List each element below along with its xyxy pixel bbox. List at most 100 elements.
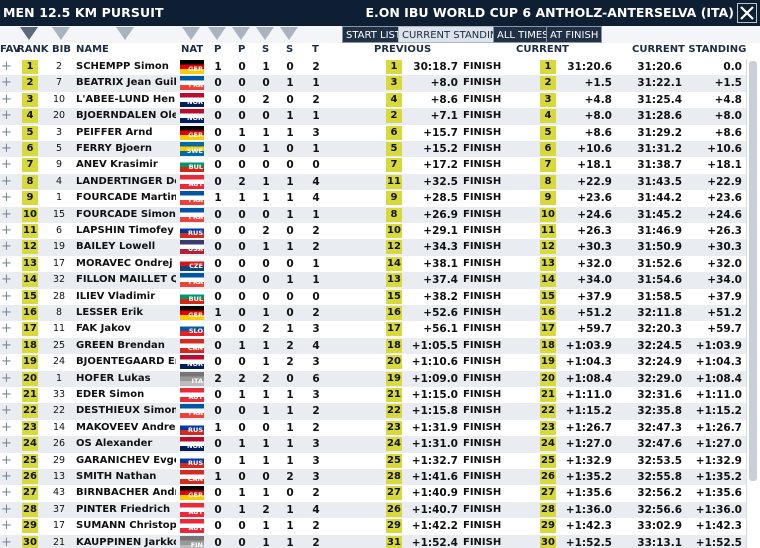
table-row[interactable]: +2529GARANICHEV EvgeniyRUS0111325+1:32.7… <box>0 453 760 469</box>
athlete-name[interactable]: L'ABEE-LUND Henrik <box>76 93 176 107</box>
table-row[interactable]: +13 17 MORAVEC Ondrej CZE 0 0 0 0 1 14 +38.1 FINISH… <box>0 256 760 272</box>
fav-button[interactable]: + <box>1 470 13 483</box>
fav-button[interactable]: + <box>1 486 13 499</box>
bib-sort-icon[interactable] <box>52 27 70 40</box>
athlete-name[interactable]: FOURCADE Martin <box>76 191 176 205</box>
table-row[interactable]: +28 37 PINTER Friedrich AUT 0 1 2 1 4 26 +1:40.7 FI… <box>0 501 760 519</box>
table-row[interactable]: +22 22 DESTHIEUX Simon FRA 0 0 1 1 2 22 +1:15.8 FIN… <box>0 403 760 420</box>
athlete-name[interactable]: FOURCADE Simon <box>76 208 176 222</box>
athlete-name[interactable]: GARANICHEV Evgeniy <box>76 454 176 468</box>
athlete-name[interactable]: PEIFFER Arnd <box>76 126 176 140</box>
col-t[interactable]: T <box>312 44 319 55</box>
fav-button[interactable]: + <box>1 290 13 303</box>
table-row[interactable]: +2 7 BEATRIX Jean Guillaume FRA 0 0 0 1 1 3 +8.0 FI… <box>0 75 760 92</box>
athlete-name[interactable]: HOFER Lukas <box>76 372 176 386</box>
fav-button[interactable]: + <box>1 126 13 139</box>
close-icon[interactable] <box>737 3 757 23</box>
col-s1[interactable]: S <box>262 44 269 55</box>
athlete-name[interactable]: SCHEMPP Simon <box>76 60 176 74</box>
rank-sort-icon[interactable] <box>20 27 38 40</box>
table-row[interactable]: +10 15 FOURCADE Simon FRA 0 0 0 1 1 8 +26.9 FINISH 1… <box>0 206 760 223</box>
athlete-name[interactable]: ILIEV Vladimir <box>76 290 176 304</box>
col-current[interactable]: CURRENT <box>516 44 569 55</box>
fav-button[interactable]: + <box>1 273 13 286</box>
athlete-name[interactable]: FAK Jakov <box>76 322 176 336</box>
table-row[interactable]: +19 24 BJOENTEGAARD Erlend NOR 0 0 1 2 3 20 +1:10.… <box>0 354 760 370</box>
col-p2[interactable]: P <box>238 44 245 55</box>
col-current-standing[interactable]: CURRENT STANDING <box>632 44 746 55</box>
table-row[interactable]: +26 13 SMITH Nathan CAN 1 0 0 2 3 28 +1:41.6 FINISH… <box>0 469 760 486</box>
table-row[interactable]: +18 25 GREEN Brendan CAN 0 1 1 2 4 18 +1:05.5 FINIS… <box>0 337 760 355</box>
table-row[interactable]: +14 32 FILLON MAILLET Quentin FRA 0 0 0 1 1 13 +37… <box>0 272 760 289</box>
fav-button[interactable]: + <box>1 519 13 532</box>
fav-button[interactable]: + <box>1 93 13 106</box>
fav-button[interactable]: + <box>1 339 13 352</box>
table-row[interactable]: +17 11 FAK Jakov SLO 0 0 2 1 3 17 +56.1 FINISH 17 +59… <box>0 321 760 337</box>
fav-button[interactable]: + <box>1 421 13 434</box>
fav-button[interactable]: + <box>1 240 13 253</box>
fav-button[interactable]: + <box>1 257 13 270</box>
col-name[interactable]: NAME <box>76 44 109 55</box>
fav-button[interactable]: + <box>1 60 13 73</box>
athlete-name[interactable]: LANDERTINGER Dominik <box>76 175 176 189</box>
table-row[interactable]: +24 26 OS Alexander NOR 0 1 1 1 3 24 +1:31.0 FINISH… <box>0 436 760 453</box>
table-row[interactable]: +3 10 L'ABEE-LUND Henrik NOR 0 0 2 0 2 4 +8.6 FINIS… <box>0 92 760 108</box>
athlete-name[interactable]: GREEN Brendan <box>76 339 176 353</box>
athlete-name[interactable]: BIRNBACHER Andreas <box>76 486 176 500</box>
athlete-name[interactable]: BJOENTEGAARD Erlend <box>76 355 176 369</box>
athlete-name[interactable]: ANEV Krasimir <box>76 158 176 172</box>
table-row[interactable]: +7 9 ANEV Krasimir BUL 0 0 0 0 0 7 +17.2 FINISH 7 +18… <box>0 157 760 173</box>
fav-button[interactable]: + <box>1 191 13 204</box>
athlete-name[interactable]: BEATRIX Jean Guillaume <box>76 76 176 90</box>
col-p1[interactable]: P <box>214 44 221 55</box>
table-row[interactable]: +16 8 LESSER Erik GER 1 0 1 0 2 16 +52.6 FINISH 16 +5… <box>0 305 760 322</box>
p2-sort-icon[interactable] <box>232 27 250 40</box>
fav-button[interactable]: + <box>1 208 13 221</box>
table-row[interactable]: +27 43 BIRNBACHER Andreas GER 0 1 1 0 2 27 +1:40.9… <box>0 485 760 501</box>
table-row[interactable]: +20 1 HOFER Lukas ITA 2 2 2 0 6 19 +1:09.0 FINISH 20… <box>0 370 760 387</box>
table-row[interactable]: +4 20 BJOERNDALEN Ole Einar NOR 0 0 0 1 1 2 +7.1 FI… <box>0 108 760 125</box>
athlete-name[interactable]: KAUPPINEN Jarkko <box>76 536 176 548</box>
athlete-name[interactable]: DESTHIEUX Simon <box>76 404 176 418</box>
s2-sort-icon[interactable] <box>280 27 298 40</box>
fav-button[interactable]: + <box>1 76 13 89</box>
athlete-name[interactable]: MAKOVEEV Andrei <box>76 421 176 435</box>
table-row[interactable]: +21 33 EDER Simon AUT 0 1 1 1 3 21 +1:15.0 FINISH 21… <box>0 387 760 403</box>
fav-button[interactable]: + <box>1 109 13 122</box>
fav-button[interactable]: + <box>1 437 13 450</box>
athlete-name[interactable]: SMITH Nathan <box>76 470 176 484</box>
all-times-button[interactable]: ALL TIMES <box>493 26 553 43</box>
table-row[interactable]: +11 6 LAPSHIN Timofey RUS 0 0 2 0 2 10 +29.1 FINISH… <box>0 223 760 239</box>
table-row[interactable]: +29 17 SUMANN Christoph AUT 0 0 1 1 2 29 +1:42.2 FI… <box>0 518 760 534</box>
table-row[interactable]: +12 19 BAILEY Lowell USA 0 0 1 1 2 12 +34.3 FINISH 1… <box>0 239 760 256</box>
athlete-name[interactable]: OS Alexander <box>76 437 176 451</box>
p1-sort-icon[interactable] <box>208 27 226 40</box>
table-row[interactable]: +15 28 ILIEV Vladimir BUL 0 0 0 0 0 15 +38.2 FINISH… <box>0 289 760 305</box>
athlete-name[interactable]: FILLON MAILLET Quentin <box>76 273 176 287</box>
name-sort-icon[interactable] <box>116 27 134 40</box>
table-row[interactable]: +6 5 FERRY Bjoern SWE 0 0 1 0 1 5 +15.2 FINISH 6 +10.… <box>0 141 760 158</box>
fav-button[interactable]: + <box>1 142 13 155</box>
athlete-name[interactable]: BJOERNDALEN Ole Einar <box>76 109 176 123</box>
athlete-name[interactable]: LAPSHIN Timofey <box>76 224 176 238</box>
fav-button[interactable]: + <box>1 224 13 237</box>
table-row[interactable]: +1 2 SCHEMPP Simon GER 1 0 1 0 2 1 30:18.7 FINISH 1 3… <box>0 59 760 75</box>
athlete-name[interactable]: PINTER Friedrich <box>76 503 176 517</box>
table-row[interactable]: +9 1 FOURCADE Martin FRA 1 1 1 1 4 9 +28.5 FINISH 9 +… <box>0 190 760 206</box>
at-finish-button[interactable]: AT FINISH <box>546 26 603 43</box>
table-row[interactable]: +30 21 KAUPPINEN Jarkko FIN 0 0 1 1 2 31 +1:52.4 FI… <box>0 534 760 548</box>
athlete-name[interactable]: EDER Simon <box>76 388 176 402</box>
fav-button[interactable]: + <box>1 404 13 417</box>
athlete-name[interactable]: FERRY Bjoern <box>76 142 176 156</box>
fav-button[interactable]: + <box>1 388 13 401</box>
athlete-name[interactable]: SUMANN Christoph <box>76 519 176 533</box>
fav-button[interactable]: + <box>1 306 13 319</box>
fav-button[interactable]: + <box>1 355 13 368</box>
s1-sort-icon[interactable] <box>256 27 274 40</box>
col-s2[interactable]: S <box>286 44 293 55</box>
col-bib[interactable]: BIB <box>52 44 71 55</box>
nat-sort-icon[interactable] <box>182 27 200 40</box>
fav-button[interactable]: + <box>1 503 13 516</box>
col-rank[interactable]: RANK <box>17 44 49 55</box>
fav-button[interactable]: + <box>1 372 13 385</box>
